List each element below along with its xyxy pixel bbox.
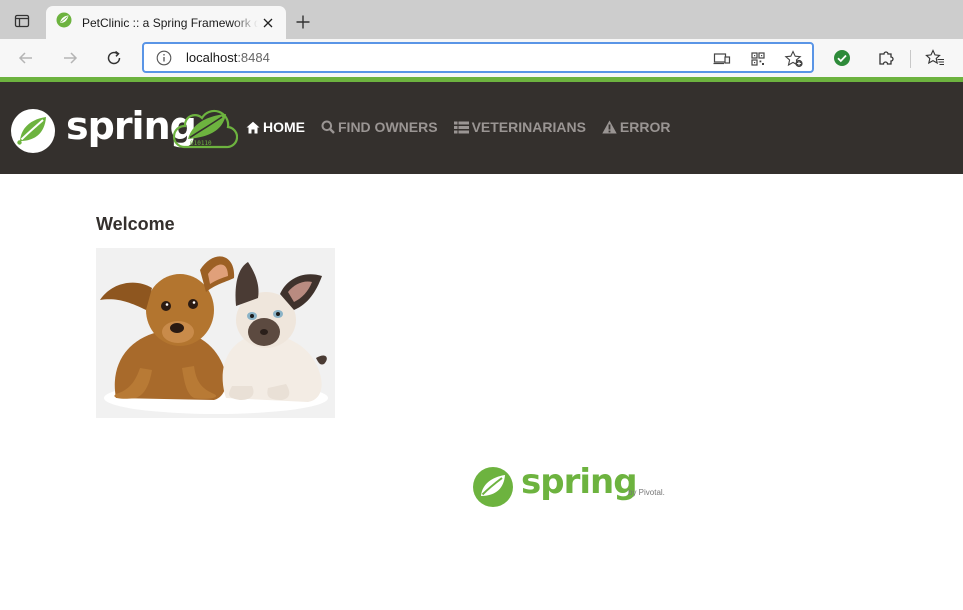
footer-byline: by Pivotal. bbox=[628, 488, 665, 497]
nav-item-label: Veterinarians bbox=[471, 119, 586, 135]
home-icon bbox=[246, 121, 260, 134]
new-tab-icon[interactable] bbox=[290, 9, 316, 35]
page-title: Welcome bbox=[96, 214, 175, 234]
nav-item-veterinarians[interactable]: Veterinarians bbox=[453, 119, 586, 135]
nav-item-label: Find owners bbox=[338, 119, 438, 135]
tab-title: PetClinic :: a Spring Framework demonstr… bbox=[82, 15, 258, 30]
search-icon bbox=[321, 120, 335, 134]
list-icon bbox=[453, 121, 469, 134]
app-navbar: spring 010110 Home Find owners Veterinar… bbox=[0, 82, 963, 174]
cast-icon[interactable] bbox=[711, 48, 733, 70]
favorite-add-icon[interactable] bbox=[783, 48, 805, 70]
favorites-icon[interactable] bbox=[923, 46, 947, 70]
url-text: localhost:8484 bbox=[186, 50, 270, 65]
reload-icon[interactable] bbox=[99, 43, 129, 73]
tab-actions-icon[interactable] bbox=[8, 7, 36, 35]
url-host: localhost bbox=[186, 50, 238, 65]
close-icon[interactable] bbox=[258, 13, 278, 33]
info-icon[interactable] bbox=[155, 49, 173, 67]
pets-image bbox=[96, 248, 335, 418]
spring-logo-icon[interactable] bbox=[10, 108, 56, 159]
footer-spring-logo-icon bbox=[472, 466, 514, 513]
extensions-icon[interactable] bbox=[874, 46, 898, 70]
nav-item-label: Error bbox=[619, 119, 671, 135]
browser-tab-strip: PetClinic :: a Spring Framework demonstr… bbox=[0, 0, 963, 39]
spring-favicon-icon bbox=[56, 12, 72, 33]
nav-item-find-owners[interactable]: Find owners bbox=[321, 119, 438, 135]
nav-item-label: Home bbox=[263, 119, 305, 135]
footer-wordmark: spring bbox=[521, 462, 638, 502]
browser-tab[interactable]: PetClinic :: a Spring Framework demonstr… bbox=[46, 6, 286, 39]
main-menu: Home Find owners Veterinarians Error bbox=[246, 119, 686, 135]
nav-item-home[interactable]: Home bbox=[246, 119, 305, 135]
qr-code-icon[interactable] bbox=[747, 48, 769, 70]
cloud-digits: 010110 bbox=[190, 140, 212, 147]
verified-extension-icon[interactable] bbox=[830, 46, 854, 70]
browser-toolbar: localhost:8484 bbox=[0, 39, 963, 77]
url-port: :8484 bbox=[237, 50, 270, 65]
warning-icon bbox=[602, 120, 617, 134]
nav-item-error[interactable]: Error bbox=[602, 119, 671, 135]
back-icon[interactable] bbox=[11, 43, 41, 73]
toolbar-separator bbox=[910, 50, 911, 68]
spring-cloud-icon: 010110 bbox=[172, 106, 239, 155]
address-bar[interactable]: localhost:8484 bbox=[142, 42, 814, 73]
forward-icon[interactable] bbox=[55, 43, 85, 73]
